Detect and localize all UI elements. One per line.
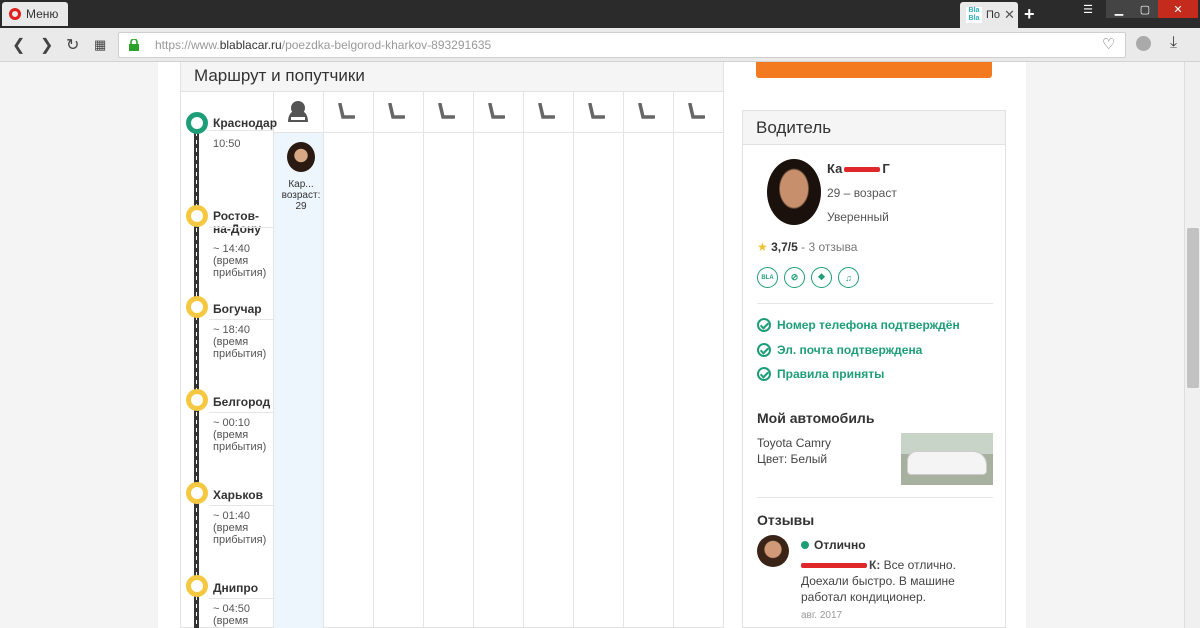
driver-name[interactable]: Ка Г	[827, 161, 890, 176]
driver-age: 29 – возраст	[827, 186, 897, 200]
route-track-dashes	[196, 120, 197, 628]
book-button[interactable]	[756, 62, 992, 78]
redaction-mark	[801, 563, 867, 569]
address-toolbar: ❮ ❯ ↻ ▦ https://www. blablacar.ru/poezdka…	[0, 28, 1200, 62]
stop-marker	[186, 296, 208, 318]
stop-marker-start	[186, 112, 208, 134]
reload-icon[interactable]: ↻	[66, 35, 79, 55]
seat-icon	[388, 103, 405, 119]
seat-icon	[588, 103, 605, 119]
seat-header-divider	[273, 132, 723, 133]
browser-tab-bar: Меню Bla Bla По ✕ + ☰ ▁ ▢ ✕	[0, 0, 1200, 28]
car-photo[interactable]	[901, 433, 993, 485]
reviews-section-title: Отзывы	[757, 512, 815, 528]
stop-name: Белгород	[213, 395, 271, 409]
stop-time: 10:50	[213, 138, 241, 150]
stop-time: ~ 04:50 (время	[213, 603, 251, 627]
stop-time: ~ 14:40 (время прибытия)	[213, 243, 267, 279]
url-domain: blablacar.ru	[219, 38, 282, 52]
tab-title: По	[986, 9, 1001, 21]
route-grid: Кар... возраст: 29 Краснодар 10:50 Росто…	[181, 92, 723, 628]
car-details: Toyota Camry Цвет: Белый	[757, 435, 831, 467]
url-field[interactable]: https://www. blablacar.ru/poezdka-belgoro…	[118, 32, 1126, 58]
browser-tab[interactable]: Bla Bla По ✕	[960, 2, 1018, 28]
rider-avatar[interactable]	[287, 142, 315, 172]
reviewer-avatar[interactable]	[757, 535, 789, 567]
menu-label: Меню	[26, 7, 59, 21]
driver-experience: Уверенный	[827, 210, 889, 224]
star-icon: ★	[757, 240, 768, 254]
route-title: Маршрут и попутчики	[181, 62, 723, 92]
opera-logo-icon	[9, 8, 21, 20]
seat-icon	[338, 103, 355, 119]
close-window-button[interactable]: ✕	[1158, 0, 1198, 18]
car-section-title: Мой автомобиль	[757, 410, 875, 426]
seat-icon	[688, 103, 705, 119]
driver-card: Водитель Ка Г 29 – возраст Уверенный ★ 3,…	[742, 110, 1006, 628]
stop-name: Краснодар	[213, 116, 278, 130]
stop-marker	[186, 389, 208, 411]
check-circle-icon	[757, 343, 771, 357]
lock-icon	[129, 39, 139, 51]
review-rating: Отлично	[801, 538, 866, 552]
verified-rules: Правила приняты	[757, 367, 884, 381]
vpn-globe-icon[interactable]	[1136, 36, 1151, 51]
url-path: /poezdka-belgorod-kharkov-893291635	[281, 38, 492, 52]
scrollbar-thumb[interactable]	[1187, 228, 1199, 388]
rider-info[interactable]: Кар... возраст: 29	[277, 179, 325, 212]
stop-name: Днипро	[213, 581, 259, 595]
blabla-chat-icon[interactable]: BLA	[757, 267, 778, 288]
music-icon[interactable]: ♫	[838, 267, 859, 288]
url-prefix: https://www.	[155, 38, 220, 52]
verified-email: Эл. почта подтверждена	[757, 343, 922, 357]
seat-icon	[538, 103, 555, 119]
back-icon[interactable]: ❮	[12, 35, 25, 55]
speed-dial-icon[interactable]: ▦	[94, 37, 106, 53]
driver-rating[interactable]: ★ 3,7/5 - 3 отзыва	[757, 240, 857, 254]
route-card: Маршрут и попутчики Кар... возраст: 29 К…	[180, 62, 724, 628]
rider-name: Кар...	[288, 179, 314, 190]
seat-icon	[438, 103, 455, 119]
close-tab-icon[interactable]: ✕	[1004, 7, 1015, 23]
pets-icon[interactable]: ❖	[811, 267, 832, 288]
stop-time: ~ 18:40 (время прибытия)	[213, 324, 267, 360]
bookmark-heart-icon[interactable]: ♡	[1102, 35, 1115, 53]
driver-preferences: BLA ⊘ ❖ ♫	[757, 267, 859, 288]
stop-name: Харьков	[213, 488, 263, 502]
seat-icon	[488, 103, 505, 119]
stop-time: ~ 00:10 (время прибытия)	[213, 417, 267, 453]
minimize-button[interactable]: ▁	[1106, 0, 1132, 18]
car-model: Toyota Camry	[757, 436, 832, 450]
review-text: К: Все отлично. Доехали быстро. В машине…	[801, 558, 956, 604]
download-icon[interactable]: ⤓	[1170, 34, 1177, 52]
stop-marker	[186, 575, 208, 597]
tab-menu-icon[interactable]: ☰	[1076, 0, 1100, 18]
driver-section-title: Водитель	[743, 111, 1005, 145]
car-color: Цвет: Белый	[757, 452, 828, 466]
stop-marker	[186, 482, 208, 504]
check-circle-icon	[757, 318, 771, 332]
forward-icon[interactable]: ❯	[40, 35, 53, 55]
vertical-scrollbar[interactable]	[1184, 62, 1200, 628]
rider-age: 29	[295, 201, 307, 212]
opera-menu-button[interactable]: Меню	[2, 2, 68, 26]
page-content: Маршрут и попутчики Кар... возраст: 29 К…	[0, 62, 1184, 628]
review-date: авг. 2017	[801, 610, 843, 621]
stop-marker	[186, 205, 208, 227]
driver-avatar[interactable]	[767, 159, 821, 225]
green-dot-icon	[801, 541, 809, 549]
verified-phone: Номер телефона подтверждён	[757, 318, 960, 332]
stop-name: Ростов-на-Дону	[213, 209, 261, 236]
redaction-mark	[844, 167, 881, 173]
stop-time: ~ 01:40 (время прибытия)	[213, 510, 267, 546]
no-smoking-icon[interactable]: ⊘	[784, 267, 805, 288]
rider-age-label: возраст:	[281, 190, 321, 201]
new-tab-button[interactable]: +	[1024, 4, 1035, 25]
seat-icon	[638, 103, 655, 119]
maximize-button[interactable]: ▢	[1132, 0, 1158, 18]
driver-seat-icon	[288, 101, 308, 122]
check-circle-icon	[757, 367, 771, 381]
blablacar-favicon-icon: Bla Bla	[966, 7, 982, 23]
stop-name: Богучар	[213, 302, 262, 316]
